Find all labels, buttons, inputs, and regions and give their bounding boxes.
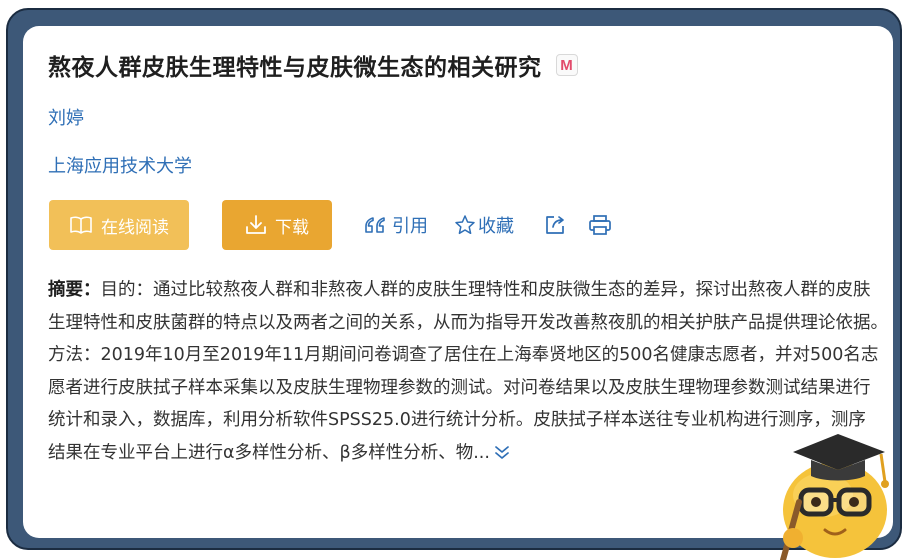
m-badge-icon: M xyxy=(555,54,578,76)
download-label: 下载 xyxy=(275,217,309,238)
chevron-down-icon[interactable] xyxy=(492,443,512,463)
card-frame: 熬夜人群皮肤生理特性与皮肤微生态的相关研究 M 刘婷 上海应用技术大学 在线阅读… xyxy=(6,8,902,560)
print-button[interactable] xyxy=(588,214,612,236)
book-icon xyxy=(70,216,92,234)
organization-link[interactable]: 上海应用技术大学 xyxy=(48,152,192,178)
abstract-label: 摘要： xyxy=(48,280,101,300)
share-icon xyxy=(546,216,564,234)
star-icon xyxy=(455,215,475,235)
scholar-mascot-icon xyxy=(780,434,889,560)
action-bar: 在线阅读 下载 引用 收藏 xyxy=(49,200,612,250)
favorite-button[interactable]: 收藏 xyxy=(454,212,514,238)
read-online-button[interactable]: 在线阅读 xyxy=(49,200,189,250)
abstract: 摘要：目的：通过比较熬夜人群和非熬夜人群的皮肤生理特性和皮肤微生态的差异，探讨出… xyxy=(48,274,893,469)
favorite-label: 收藏 xyxy=(478,216,514,237)
paper-title[interactable]: 熬夜人群皮肤生理特性与皮肤微生态的相关研究 xyxy=(48,48,542,82)
cite-button[interactable]: 引用 xyxy=(364,212,428,238)
share-button[interactable] xyxy=(544,214,566,236)
read-online-label: 在线阅读 xyxy=(101,217,169,238)
print-icon xyxy=(589,215,611,235)
download-icon xyxy=(246,215,266,234)
title-row: 熬夜人群皮肤生理特性与皮肤微生态的相关研究 M xyxy=(48,48,578,82)
quote-icon xyxy=(365,217,385,233)
download-button[interactable]: 下载 xyxy=(222,200,332,250)
cite-label: 引用 xyxy=(392,216,428,237)
author-link[interactable]: 刘婷 xyxy=(48,104,84,130)
